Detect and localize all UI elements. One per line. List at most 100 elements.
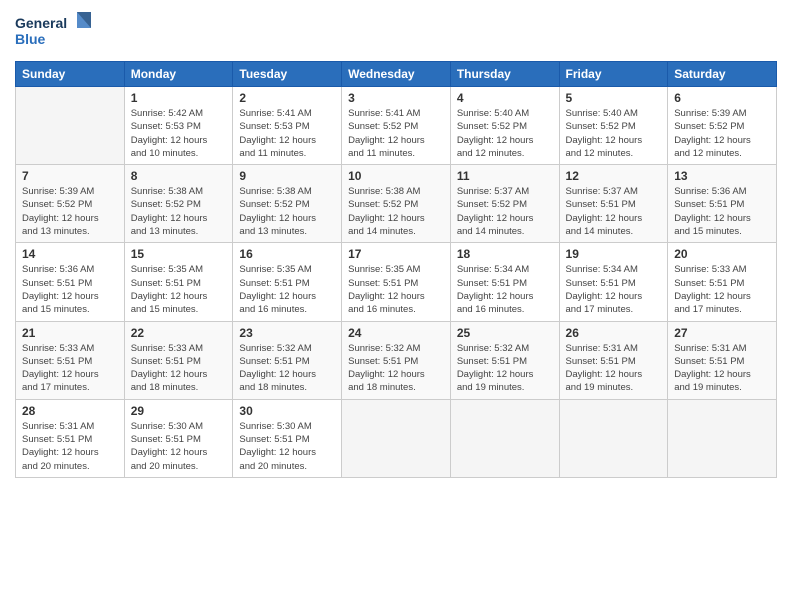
- day-info: Sunrise: 5:37 AMSunset: 5:51 PMDaylight:…: [566, 185, 662, 238]
- day-number: 27: [674, 326, 770, 340]
- day-number: 10: [348, 169, 444, 183]
- calendar-header-row: SundayMondayTuesdayWednesdayThursdayFrid…: [16, 62, 777, 87]
- calendar-cell: [16, 87, 125, 165]
- calendar-cell: 30Sunrise: 5:30 AMSunset: 5:51 PMDayligh…: [233, 399, 342, 477]
- day-number: 13: [674, 169, 770, 183]
- day-number: 11: [457, 169, 553, 183]
- calendar-cell: 5 Sunrise: 5:40 AMSunset: 5:52 PMDaylight…: [559, 87, 668, 165]
- day-info: Sunrise: 5:30 AMSunset: 5:51 PMDaylight:…: [239, 420, 335, 473]
- calendar-cell: [342, 399, 451, 477]
- day-info: Sunrise: 5:31 AMSunset: 5:51 PMDaylight:…: [22, 420, 118, 473]
- day-info: Sunrise: 5:38 AMSunset: 5:52 PMDaylight:…: [131, 185, 227, 238]
- calendar-week-row: 1 Sunrise: 5:42 AMSunset: 5:53 PMDaylight…: [16, 87, 777, 165]
- calendar-cell: 26 Sunrise: 5:31 AMSunset: 5:51 PMDayligh…: [559, 321, 668, 399]
- day-number: 14: [22, 247, 118, 261]
- day-info: Sunrise: 5:38 AMSunset: 5:52 PMDaylight:…: [348, 185, 444, 238]
- day-info: Sunrise: 5:33 AMSunset: 5:51 PMDaylight:…: [674, 263, 770, 316]
- calendar-cell: 19Sunrise: 5:34 AMSunset: 5:51 PMDayligh…: [559, 243, 668, 321]
- calendar-cell: 27 Sunrise: 5:31 AMSunset: 5:51 PMDayligh…: [668, 321, 777, 399]
- calendar-header-sunday: Sunday: [16, 62, 125, 87]
- calendar-cell: 15 Sunrise: 5:35 AMSunset: 5:51 PMDayligh…: [124, 243, 233, 321]
- day-info: Sunrise: 5:35 AMSunset: 5:51 PMDaylight:…: [131, 263, 227, 316]
- calendar-cell: [668, 399, 777, 477]
- calendar-week-row: 14 Sunrise: 5:36 AMSunset: 5:51 PMDayligh…: [16, 243, 777, 321]
- calendar-cell: 11 Sunrise: 5:37 AMSunset: 5:52 PMDayligh…: [450, 165, 559, 243]
- day-number: 6: [674, 91, 770, 105]
- day-info: Sunrise: 5:36 AMSunset: 5:51 PMDaylight:…: [674, 185, 770, 238]
- day-info: Sunrise: 5:32 AMSunset: 5:51 PMDaylight:…: [348, 342, 444, 395]
- calendar-cell: 3 Sunrise: 5:41 AMSunset: 5:52 PMDaylight…: [342, 87, 451, 165]
- calendar-cell: 4 Sunrise: 5:40 AMSunset: 5:52 PMDaylight…: [450, 87, 559, 165]
- calendar-week-row: 7 Sunrise: 5:39 AMSunset: 5:52 PMDaylight…: [16, 165, 777, 243]
- calendar-cell: [559, 399, 668, 477]
- calendar-header-wednesday: Wednesday: [342, 62, 451, 87]
- day-number: 18: [457, 247, 553, 261]
- day-info: Sunrise: 5:41 AMSunset: 5:53 PMDaylight:…: [239, 107, 335, 160]
- calendar-cell: 25Sunrise: 5:32 AMSunset: 5:51 PMDayligh…: [450, 321, 559, 399]
- calendar-cell: 1 Sunrise: 5:42 AMSunset: 5:53 PMDaylight…: [124, 87, 233, 165]
- day-number: 16: [239, 247, 335, 261]
- day-info: Sunrise: 5:42 AMSunset: 5:53 PMDaylight:…: [131, 107, 227, 160]
- calendar-cell: 9 Sunrise: 5:38 AMSunset: 5:52 PMDaylight…: [233, 165, 342, 243]
- calendar-cell: 18 Sunrise: 5:34 AMSunset: 5:51 PMDayligh…: [450, 243, 559, 321]
- calendar-header-tuesday: Tuesday: [233, 62, 342, 87]
- day-info: Sunrise: 5:40 AMSunset: 5:52 PMDaylight:…: [566, 107, 662, 160]
- day-number: 23: [239, 326, 335, 340]
- day-info: Sunrise: 5:33 AMSunset: 5:51 PMDaylight:…: [131, 342, 227, 395]
- calendar-cell: 22 Sunrise: 5:33 AMSunset: 5:51 PMDayligh…: [124, 321, 233, 399]
- calendar-cell: 24 Sunrise: 5:32 AMSunset: 5:51 PMDayligh…: [342, 321, 451, 399]
- page-header: General Blue: [15, 10, 777, 55]
- calendar-cell: 10 Sunrise: 5:38 AMSunset: 5:52 PMDayligh…: [342, 165, 451, 243]
- calendar-week-row: 28 Sunrise: 5:31 AMSunset: 5:51 PMDayligh…: [16, 399, 777, 477]
- svg-text:Blue: Blue: [15, 31, 46, 47]
- day-number: 12: [566, 169, 662, 183]
- day-number: 1: [131, 91, 227, 105]
- calendar-header-friday: Friday: [559, 62, 668, 87]
- day-number: 20: [674, 247, 770, 261]
- day-number: 26: [566, 326, 662, 340]
- day-info: Sunrise: 5:31 AMSunset: 5:51 PMDaylight:…: [674, 342, 770, 395]
- calendar-cell: 12 Sunrise: 5:37 AMSunset: 5:51 PMDayligh…: [559, 165, 668, 243]
- day-number: 22: [131, 326, 227, 340]
- calendar-cell: 29Sunrise: 5:30 AMSunset: 5:51 PMDayligh…: [124, 399, 233, 477]
- calendar-cell: 8Sunrise: 5:38 AMSunset: 5:52 PMDaylight…: [124, 165, 233, 243]
- day-number: 24: [348, 326, 444, 340]
- day-info: Sunrise: 5:34 AMSunset: 5:51 PMDaylight:…: [566, 263, 662, 316]
- day-number: 4: [457, 91, 553, 105]
- day-number: 3: [348, 91, 444, 105]
- calendar-cell: 14 Sunrise: 5:36 AMSunset: 5:51 PMDayligh…: [16, 243, 125, 321]
- calendar-cell: 16Sunrise: 5:35 AMSunset: 5:51 PMDayligh…: [233, 243, 342, 321]
- day-info: Sunrise: 5:40 AMSunset: 5:52 PMDaylight:…: [457, 107, 553, 160]
- day-number: 9: [239, 169, 335, 183]
- day-number: 5: [566, 91, 662, 105]
- day-info: Sunrise: 5:31 AMSunset: 5:51 PMDaylight:…: [566, 342, 662, 395]
- day-info: Sunrise: 5:38 AMSunset: 5:52 PMDaylight:…: [239, 185, 335, 238]
- day-info: Sunrise: 5:39 AMSunset: 5:52 PMDaylight:…: [22, 185, 118, 238]
- day-info: Sunrise: 5:36 AMSunset: 5:51 PMDaylight:…: [22, 263, 118, 316]
- day-info: Sunrise: 5:37 AMSunset: 5:52 PMDaylight:…: [457, 185, 553, 238]
- day-number: 28: [22, 404, 118, 418]
- day-number: 25: [457, 326, 553, 340]
- day-info: Sunrise: 5:33 AMSunset: 5:51 PMDaylight:…: [22, 342, 118, 395]
- calendar-cell: [450, 399, 559, 477]
- calendar-cell: 7 Sunrise: 5:39 AMSunset: 5:52 PMDaylight…: [16, 165, 125, 243]
- calendar-cell: 23Sunrise: 5:32 AMSunset: 5:51 PMDayligh…: [233, 321, 342, 399]
- day-number: 15: [131, 247, 227, 261]
- day-info: Sunrise: 5:41 AMSunset: 5:52 PMDaylight:…: [348, 107, 444, 160]
- day-number: 21: [22, 326, 118, 340]
- calendar-cell: 17 Sunrise: 5:35 AMSunset: 5:51 PMDayligh…: [342, 243, 451, 321]
- day-number: 17: [348, 247, 444, 261]
- day-number: 7: [22, 169, 118, 183]
- logo-svg: General Blue: [15, 10, 95, 55]
- calendar-week-row: 21 Sunrise: 5:33 AMSunset: 5:51 PMDayligh…: [16, 321, 777, 399]
- logo: General Blue: [15, 10, 95, 55]
- calendar-cell: 13 Sunrise: 5:36 AMSunset: 5:51 PMDayligh…: [668, 165, 777, 243]
- calendar-cell: 6Sunrise: 5:39 AMSunset: 5:52 PMDaylight…: [668, 87, 777, 165]
- calendar-header-saturday: Saturday: [668, 62, 777, 87]
- day-number: 29: [131, 404, 227, 418]
- day-info: Sunrise: 5:34 AMSunset: 5:51 PMDaylight:…: [457, 263, 553, 316]
- calendar-header-thursday: Thursday: [450, 62, 559, 87]
- day-info: Sunrise: 5:35 AMSunset: 5:51 PMDaylight:…: [348, 263, 444, 316]
- calendar-cell: 2 Sunrise: 5:41 AMSunset: 5:53 PMDaylight…: [233, 87, 342, 165]
- day-number: 2: [239, 91, 335, 105]
